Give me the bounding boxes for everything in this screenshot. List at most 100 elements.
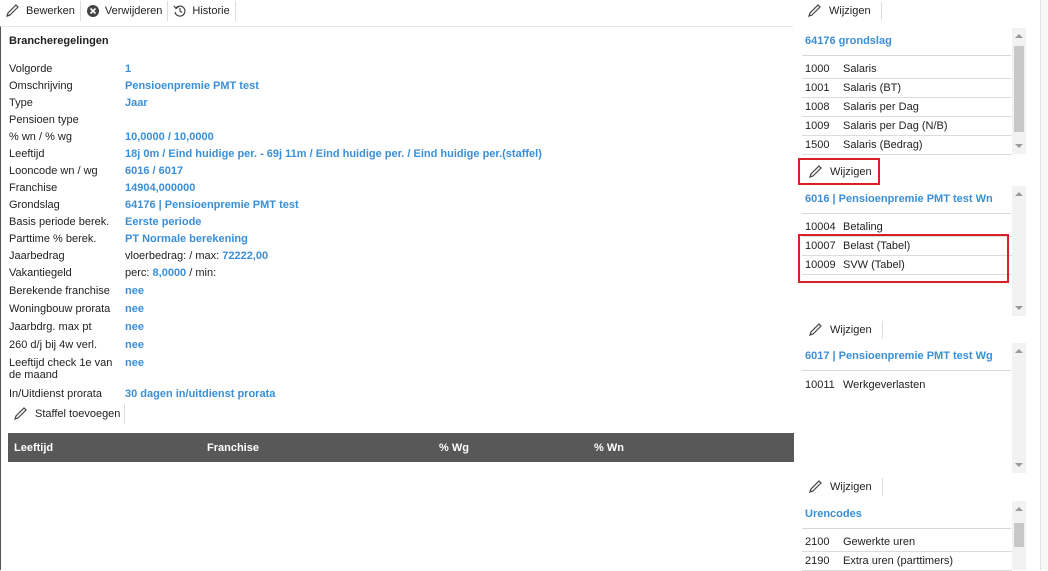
item-code: 1000 [805,63,830,75]
urencodes-title[interactable]: Urencodes [805,508,862,520]
field-label: Berekende franchise [9,285,110,297]
field-label: % wn / % wg [9,131,72,143]
field-value: Jaar [125,97,148,109]
item-name: Gewerkte uren [843,536,916,548]
column-header-franchise[interactable]: Franchise [207,442,259,454]
list-item[interactable]: 1001 Salaris (BT) [802,79,1012,98]
item-code: 1008 [805,101,830,113]
field-row: Pensioen type [9,114,125,131]
change-grondslag-button[interactable]: Wijzigen [800,0,882,22]
item-code: 10004 [805,221,836,233]
scrollbar[interactable] [1012,501,1026,570]
field-row: Woningbouw prorata nee [9,303,144,320]
change-urencodes-button[interactable]: Wijzigen [801,476,883,498]
list-item[interactable]: 2100 Gewerkte uren [802,533,1012,552]
field-row-leeftijd-check: Leeftijd check 1e van de maand nee [9,357,144,385]
main-toolbar: Bewerken Verwijderen Historie [0,0,236,22]
item-code: 10011 [805,378,835,391]
wn-title[interactable]: 6016 | Pensioenpremie PMT test Wn [805,193,993,205]
field-label: 260 d/j bij 4w verl. [9,339,98,351]
history-button[interactable]: Historie [168,1,236,21]
grondslag-title[interactable]: 64176 grondslag [805,35,892,47]
item-name: Salaris (Bedrag) [843,139,923,151]
item-name: Salaris (BT) [843,82,902,94]
field-row: Basis periode berek. Eerste periode [9,216,201,233]
field-label: Type [9,97,33,109]
list-item[interactable]: 10011 Werkgeverlasten [802,375,1012,394]
scrollbar[interactable] [1012,28,1026,154]
change-label: Wijzigen [829,5,871,17]
item-code: 1009 [805,120,830,132]
pencil-icon [808,4,821,17]
field-label: Vakantiegeld [9,267,72,279]
field-value-prefix: vloerbedrag: / max: [125,250,220,262]
field-row: Jaarbdrg. max pt nee [9,321,144,338]
wg-box: 6017 | Pensioenpremie PMT test Wg 10011 W… [802,343,1028,473]
field-label: de maand [9,369,58,381]
field-value: 18j 0m / Eind huidige per. - 69j 11m / E… [125,148,542,160]
wg-title[interactable]: 6017 | Pensioenpremie PMT test Wg [805,350,993,362]
add-staffel-label: Staffel toevoegen [35,408,121,420]
field-row: Berekende franchise nee [9,285,144,302]
pencil-icon [809,323,822,336]
change-wg-button[interactable]: Wijzigen [801,319,883,341]
field-value: nee [125,357,144,369]
field-value: PT Normale berekening [125,233,248,245]
column-header-wn[interactable]: % Wn [594,442,624,454]
section-title: Brancheregelingen [9,35,109,47]
field-label: Volgorde [9,63,53,75]
list-item[interactable]: 1500 Salaris (Bedrag) [802,136,1012,155]
field-row: Type Jaar [9,97,148,114]
field-value-suffix: / min: [189,267,217,279]
staffel-table-header: Leeftijd Franchise % Wg % Wn [8,433,794,462]
list-item[interactable]: 1009 Salaris per Dag (N/B) [802,117,1012,136]
window-edge [1040,0,1048,570]
field-value: nee [125,303,144,315]
field-value: nee [125,321,144,333]
field-value: 72222,00 [222,250,269,262]
list-item[interactable]: 1008 Salaris per Dag [802,98,1012,117]
list-item[interactable]: 1000 Salaris [802,60,1012,79]
pencil-icon [6,4,19,17]
add-staffel-button[interactable]: Staffel toevoegen [13,404,126,424]
item-code: 2190 [805,555,830,567]
item-name: Betaling [843,221,883,233]
delete-button[interactable]: Verwijderen [81,1,169,21]
field-value: 6016 / 6017 [125,165,184,177]
field-row-vakantiegeld: Vakantiegeld perc: 8,0000 / min: [9,267,216,284]
column-header-wg[interactable]: % Wg [439,442,469,454]
column-header-leeftijd[interactable]: Leeftijd [14,442,53,454]
field-label: Parttime % berek. [9,233,97,245]
change-label: Wijzigen [830,324,872,336]
field-row: % wn / % wg 10,0000 / 10,0000 [9,131,214,148]
field-row: Looncode wn / wg 6016 / 6017 [9,165,183,182]
pencil-icon [809,480,822,493]
field-label: Grondslag [9,199,60,211]
field-value-prefix: perc: [125,267,150,279]
field-row: Leeftijd 18j 0m / Eind huidige per. - 69j… [9,148,542,165]
field-label: Jaarbedrag [9,250,65,262]
scrollbar[interactable] [1012,186,1026,316]
field-label: Franchise [9,182,58,194]
scrollbar[interactable] [1012,343,1026,473]
pencil-icon [14,407,27,420]
field-label: Omschrijving [9,80,73,92]
edit-button[interactable]: Bewerken [0,1,81,21]
field-label: Leeftijd check 1e van [9,357,113,369]
item-name: Salaris [843,63,877,75]
list-item[interactable]: 2190 Extra uren (parttimers) [802,552,1012,571]
field-value: nee [125,339,144,351]
field-row: Parttime % berek. PT Normale berekening [9,233,248,250]
highlight-box [798,158,880,185]
field-value: Eerste periode [125,216,202,228]
field-row-jaarbedrag: Jaarbedrag vloerbedrag: / max: 72222,00 [9,250,268,267]
field-row: Grondslag 64176 | Pensioenpremie PMT test [9,199,299,216]
edit-button-label: Bewerken [26,5,75,17]
field-label: Leeftijd [9,148,45,160]
field-value: 1 [125,63,132,75]
item-code: 2100 [805,536,830,548]
highlight-box [798,234,1009,283]
field-row: Volgorde 1 [9,63,131,80]
change-label: Wijzigen [830,481,872,493]
field-value: nee [125,285,144,297]
